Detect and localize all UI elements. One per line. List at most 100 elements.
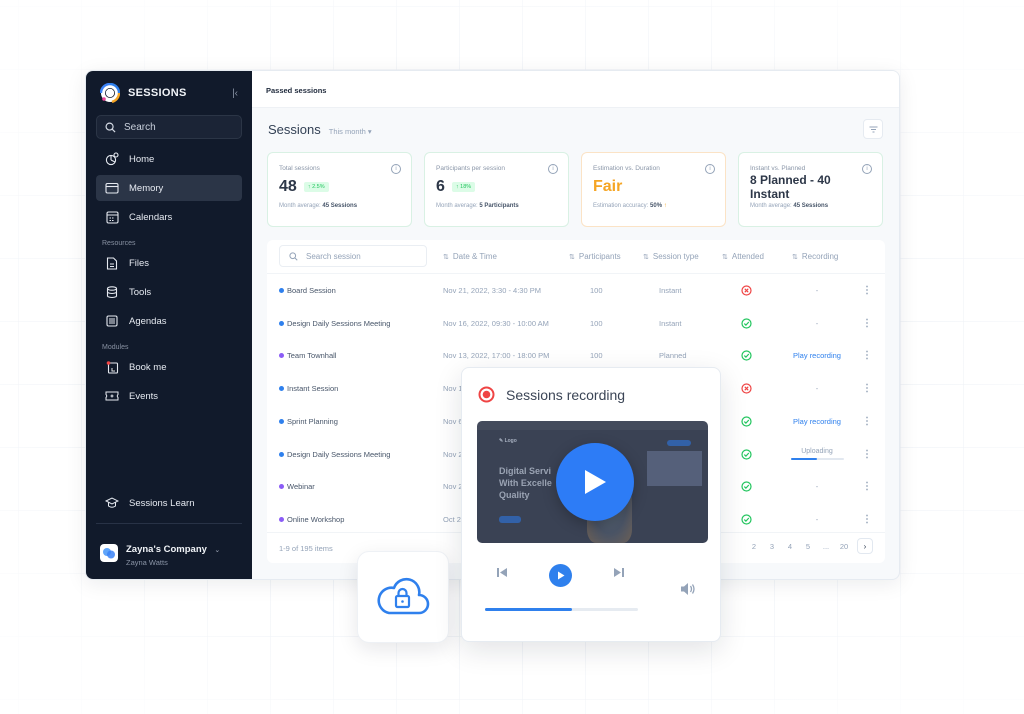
sidebar-search-placeholder: Search	[124, 121, 156, 133]
attended-check-icon	[741, 481, 752, 492]
row-more-menu-icon[interactable]: ⋮	[862, 470, 872, 503]
filter-button[interactable]	[863, 119, 883, 139]
session-name-cell[interactable]: Board Session	[279, 274, 336, 307]
row-more-menu-icon[interactable]: ⋮	[862, 372, 872, 405]
volume-button[interactable]	[680, 582, 696, 596]
row-more-menu-icon[interactable]: ⋮	[862, 503, 872, 536]
card-value: Fair	[593, 178, 623, 195]
video-player[interactable]: ✎ Logo Digital Servi With Excelle Qualit…	[477, 421, 708, 543]
play-recording-link[interactable]: Play recording	[793, 417, 841, 426]
company-switcher[interactable]: Zayna's Company ⌄ Zayna Watts	[100, 539, 220, 567]
video-heading-line: With Excelle	[499, 478, 552, 488]
calendar-icon	[105, 210, 119, 224]
session-name-cell[interactable]: Design Daily Sessions Meeting	[279, 307, 390, 340]
video-thumbnail-logo: ✎ Logo	[499, 438, 517, 444]
skip-forward-button[interactable]	[613, 567, 625, 578]
session-name-cell[interactable]: Online Workshop	[279, 503, 344, 536]
trend-up-icon: ↑	[663, 203, 667, 209]
card-footer-value: 45 Sessions	[793, 203, 829, 209]
big-play-button[interactable]	[556, 443, 634, 521]
sidebar-item-tools[interactable]: Tools	[96, 279, 242, 305]
pagination-count: 1-9 of 195 items	[279, 544, 333, 553]
sidebar-item-memory[interactable]: Memory	[96, 175, 242, 201]
play-recording-link[interactable]: Play recording	[793, 351, 841, 360]
session-name-cell[interactable]: Instant Session	[279, 372, 338, 405]
sidebar-item-home[interactable]: Home	[96, 146, 242, 172]
sidebar-item-sessions-learn[interactable]: Sessions Learn	[96, 490, 242, 516]
book-icon	[105, 360, 119, 374]
sidebar-item-events[interactable]: Events	[96, 383, 242, 409]
card-label: Participants per session	[436, 165, 506, 172]
session-name: Design Daily Sessions Meeting	[287, 318, 391, 328]
sidebar-item-label: Home	[129, 153, 155, 165]
column-header-label: Participants	[578, 252, 621, 261]
sidebar-item-calendars[interactable]: Calendars	[96, 204, 242, 230]
page-button[interactable]: 4	[781, 542, 799, 551]
play-button[interactable]	[549, 564, 572, 587]
sidebar-search-input[interactable]: Search	[96, 115, 242, 139]
card-footer-label: Month average:	[750, 203, 792, 209]
session-name-cell[interactable]: Design Daily Sessions Meeting	[279, 438, 390, 471]
period-dropdown[interactable]: This month ▾	[329, 127, 372, 136]
collapse-left-icon[interactable]: |‹	[232, 88, 242, 99]
row-more-menu-icon[interactable]: ⋮	[862, 438, 872, 471]
skip-back-button[interactable]	[496, 567, 508, 578]
sidebar-item-agendas[interactable]: Agendas	[96, 308, 242, 334]
row-more-menu-icon[interactable]: ⋮	[862, 274, 872, 307]
search-icon	[105, 122, 116, 133]
brand-logo-icon	[99, 82, 121, 103]
row-more-menu-icon[interactable]: ⋮	[862, 307, 872, 340]
sidebar-item-book-me[interactable]: Book me	[96, 354, 242, 380]
table-row[interactable]: Design Daily Sessions Meeting Nov 16, 202…	[267, 307, 885, 340]
page-button[interactable]: 20	[835, 542, 853, 551]
video-thumbnail-topbar	[477, 421, 708, 430]
page-button[interactable]: 3	[763, 542, 781, 551]
participants-cell: 100	[590, 286, 603, 295]
session-type-dot	[279, 386, 284, 392]
row-more-menu-icon[interactable]: ⋮	[862, 339, 872, 372]
session-name: Board Session	[287, 286, 336, 295]
card-footer-label: Month average:	[436, 203, 478, 209]
column-header-recording[interactable]: ⇅ Recording	[792, 252, 838, 261]
upload-progress-bar	[790, 458, 844, 460]
session-name-cell[interactable]: Webinar	[279, 470, 315, 503]
card-footer: Estimation accuracy: 50% ↑	[593, 203, 714, 209]
column-header-attended[interactable]: ⇅ Attended	[722, 252, 764, 261]
card-footer-value: 50%	[650, 203, 663, 209]
column-header-date[interactable]: ⇅ Date & Time	[443, 252, 497, 261]
info-icon[interactable]: i	[705, 164, 715, 174]
session-type-dot	[279, 451, 284, 457]
date-cell: Nov 16, 2022, 09:30 - 10:00 AM	[443, 318, 549, 328]
sidebar-divider	[96, 523, 242, 524]
date-cell: Nov 1	[443, 384, 463, 394]
card-footer: Month average: 5 Participants	[436, 203, 557, 209]
table-row[interactable]: Board Session Nov 21, 2022, 3:30 - 4:30 P…	[267, 274, 885, 307]
brand-name: SESSIONS	[128, 87, 187, 99]
recording-cell: Play recording	[782, 405, 852, 438]
page-button[interactable]: 2	[745, 542, 763, 551]
info-icon[interactable]: i	[548, 164, 558, 174]
playback-progress-bar[interactable]	[485, 608, 638, 611]
card-footer: Month average: 45 Sessions	[750, 203, 871, 209]
column-header-session-type[interactable]: ⇅ Session type	[643, 252, 699, 261]
sort-icon: ⇅	[443, 254, 449, 261]
sidebar-item-label: Agendas	[129, 315, 167, 327]
info-icon[interactable]: i	[862, 164, 872, 174]
session-name: Webinar	[287, 482, 315, 492]
column-header-participants[interactable]: ⇅ Participants	[569, 252, 621, 261]
session-type-cell: Instant	[659, 318, 682, 328]
info-icon[interactable]: i	[391, 164, 401, 174]
session-name-cell[interactable]: Team Townhall	[279, 339, 336, 372]
session-search-placeholder: Search session	[306, 251, 361, 261]
session-name-cell[interactable]: Sprint Planning	[279, 405, 338, 438]
row-more-menu-icon[interactable]: ⋮	[862, 405, 872, 438]
session-type-dot	[279, 418, 284, 424]
page-button[interactable]: 5	[799, 542, 817, 551]
attended-cell	[741, 405, 752, 438]
recording-empty: -	[815, 286, 819, 295]
sidebar-item-files[interactable]: Files	[96, 250, 242, 276]
card-footer-label: Estimation accuracy:	[593, 203, 649, 209]
session-search-input[interactable]: Search session	[279, 245, 427, 267]
next-page-button[interactable]: ›	[857, 538, 873, 554]
attended-cell	[741, 438, 752, 471]
